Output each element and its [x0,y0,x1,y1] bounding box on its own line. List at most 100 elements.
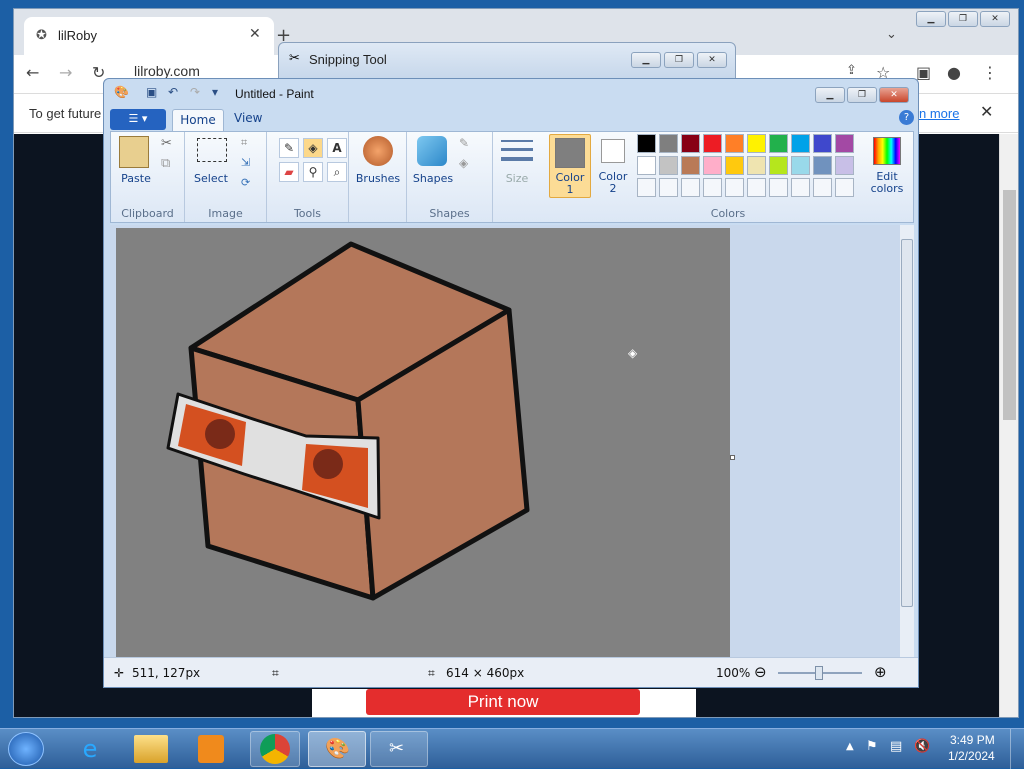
menu-kebab-icon[interactable]: ⋮ [982,63,998,82]
network-icon[interactable]: ▤ [890,739,902,754]
palette-swatch[interactable] [835,134,854,153]
snip-minimize-button[interactable]: ▁ [631,52,661,68]
ie-icon[interactable]: e [72,733,108,765]
copy-icon[interactable]: ⧉ [161,156,170,171]
palette-swatch[interactable] [659,156,678,175]
tab-close-icon[interactable]: ✕ [249,26,261,42]
snip-maximize-button[interactable]: ❐ [664,52,694,68]
palette-swatch[interactable] [813,156,832,175]
page-scrollbar[interactable] [999,134,1018,717]
palette-swatch[interactable] [637,134,656,153]
size-button[interactable]: Size [495,172,539,185]
palette-swatch[interactable] [637,156,656,175]
customize-qat-icon[interactable]: ▾ [212,85,218,99]
tab-search-chevron-icon[interactable]: ⌄ [886,27,897,42]
brushes-button[interactable]: Brushes [351,172,405,185]
zoom-in-icon[interactable]: ⊕ [874,663,887,681]
shape-fill-icon[interactable]: ◈ [459,156,468,170]
color2-button[interactable]: Color 2 [593,134,633,198]
undo-icon[interactable]: ↶ [168,85,178,99]
paint-taskbar-button[interactable]: 🎨 [308,731,366,767]
tab-home[interactable]: Home [172,109,224,131]
browser-tab[interactable]: ✪ lilRoby ✕ [24,17,274,55]
reload-icon[interactable]: ↻ [92,63,105,82]
palette-swatch[interactable] [791,156,810,175]
clock-date[interactable]: 1/2/2024 [948,749,995,763]
address-bar[interactable]: lilroby.com [134,63,200,79]
cut-icon[interactable]: ✂ [161,136,172,151]
volume-muted-icon[interactable]: 🔇 [914,739,930,754]
clock-time[interactable]: 3:49 PM [950,733,995,747]
crop-icon[interactable]: ⌗ [241,136,247,150]
snipping-tool-window[interactable]: ✂ Snipping Tool ▁ ❐ ✕ [278,42,736,82]
paint-close-button[interactable]: ✕ [879,87,909,103]
snipping-taskbar-button[interactable]: ✂ [370,731,428,767]
shapes-button[interactable]: Shapes [411,172,455,185]
palette-swatch[interactable] [769,134,788,153]
back-icon[interactable]: ← [26,63,39,82]
media-player-icon[interactable] [198,735,224,763]
browser-minimize-button[interactable]: ▁ [916,11,946,27]
snip-close-button[interactable]: ✕ [697,52,727,68]
drawing-canvas[interactable]: ◈ [116,228,730,658]
palette-swatch[interactable] [703,156,722,175]
canvas-scrollbar-thumb[interactable] [901,239,913,607]
save-icon[interactable]: ▣ [146,85,157,99]
help-icon[interactable]: ? [899,110,914,125]
paint-menu-button[interactable]: ☰ ▾ [110,109,166,130]
page-scrollbar-thumb[interactable] [1003,190,1016,420]
palette-swatch[interactable] [835,178,854,197]
palette-swatch[interactable] [681,178,700,197]
pencil-icon[interactable]: ✎ [279,138,299,158]
sidepanel-icon[interactable]: ▣ [916,63,931,82]
explorer-icon[interactable] [134,735,168,763]
learn-more-link[interactable]: n more [919,106,959,121]
palette-swatch[interactable] [725,156,744,175]
canvas-resize-handle[interactable] [730,455,735,460]
tab-view[interactable]: View [234,111,262,125]
start-button[interactable] [8,732,44,766]
outline-icon[interactable]: ✎ [459,136,469,150]
forward-icon[interactable]: → [59,63,72,82]
info-bar-close-icon[interactable]: ✕ [980,102,993,121]
text-icon[interactable]: A [327,138,347,158]
palette-swatch[interactable] [835,156,854,175]
print-now-button[interactable]: Print now [366,689,640,715]
palette-swatch[interactable] [747,134,766,153]
palette-swatch[interactable] [791,178,810,197]
palette-swatch[interactable] [681,156,700,175]
magnifier-icon[interactable]: ⌕ [327,162,347,182]
edit-colors-button[interactable]: Edit colors [867,134,907,198]
select-button[interactable]: Select [191,172,231,185]
palette-swatch[interactable] [791,134,810,153]
palette-swatch[interactable] [747,156,766,175]
eraser-icon[interactable]: ▰ [279,162,299,182]
browser-maximize-button[interactable]: ❐ [948,11,978,27]
palette-swatch[interactable] [725,134,744,153]
zoom-slider-thumb[interactable] [815,666,823,680]
palette-swatch[interactable] [659,178,678,197]
palette-swatch[interactable] [769,178,788,197]
share-icon[interactable]: ⇪ [846,63,857,78]
paint-maximize-button[interactable]: ❐ [847,87,877,103]
profile-avatar-icon[interactable]: ● [947,63,961,82]
resize-icon[interactable]: ⇲ [241,156,250,169]
paint-minimize-button[interactable]: ▁ [815,87,845,103]
palette-swatch[interactable] [725,178,744,197]
paste-button[interactable]: Paste [116,172,156,185]
canvas-scrollbar[interactable] [900,225,914,657]
zoom-out-icon[interactable]: ⊖ [754,663,767,681]
show-desktop-button[interactable] [1010,729,1024,769]
action-center-icon[interactable]: ⚑ [866,739,878,754]
palette-swatch[interactable] [747,178,766,197]
fill-icon[interactable]: ◈ [303,138,323,158]
palette-swatch[interactable] [703,178,722,197]
palette-swatch[interactable] [681,134,700,153]
palette-swatch[interactable] [769,156,788,175]
chrome-taskbar-button[interactable] [250,731,300,767]
redo-icon[interactable]: ↷ [190,85,200,99]
palette-swatch[interactable] [659,134,678,153]
show-hidden-icons-icon[interactable]: ▲ [846,741,854,752]
rotate-icon[interactable]: ⟳ [241,176,250,189]
palette-swatch[interactable] [637,178,656,197]
